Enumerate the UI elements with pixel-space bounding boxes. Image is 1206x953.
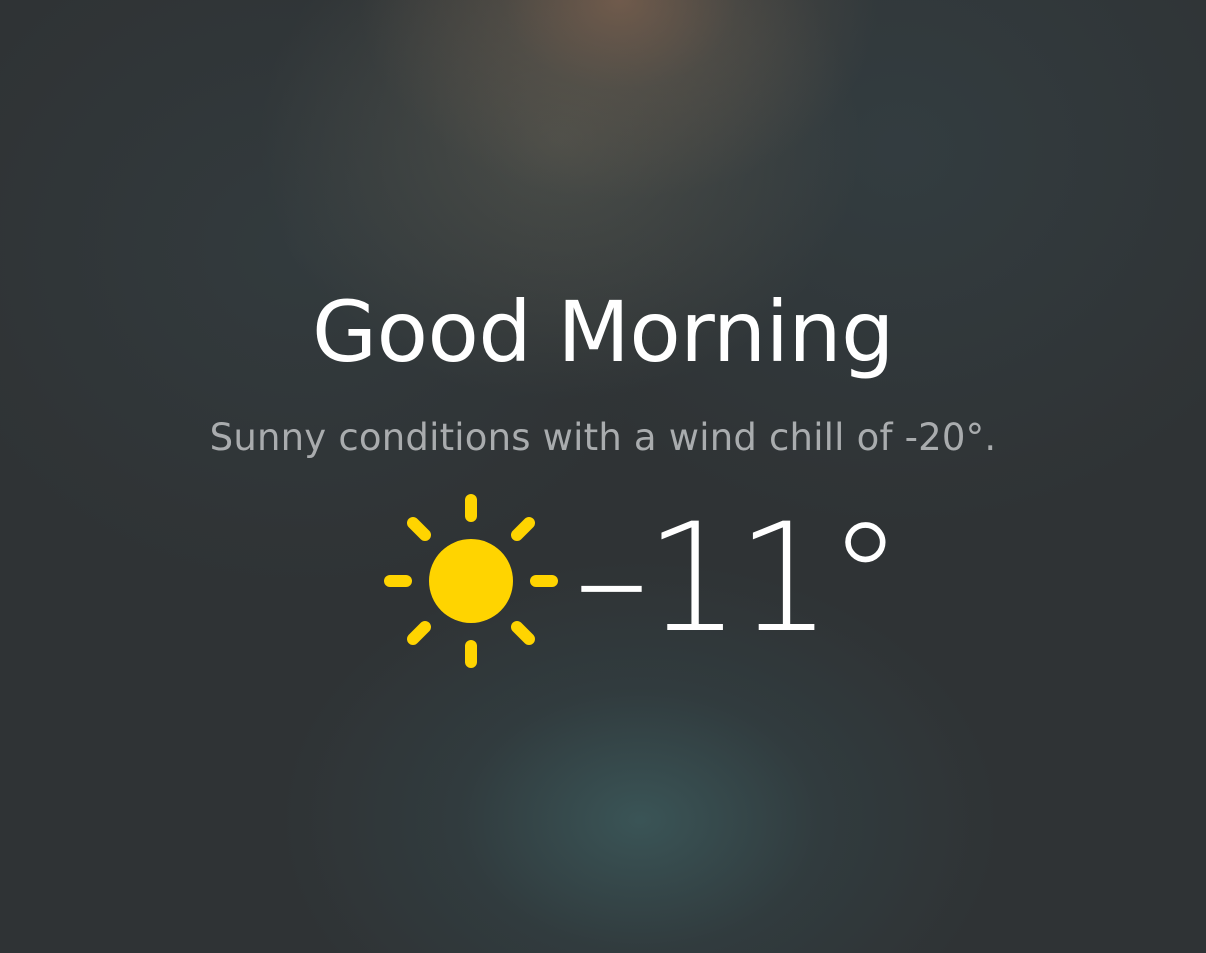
- temperature-value: –11°: [574, 492, 903, 666]
- weather-greeting-screen: Good Morning Sunny conditions with a win…: [0, 0, 1206, 953]
- current-weather: –11°: [380, 488, 903, 678]
- weather-summary: Sunny conditions with a wind chill of -2…: [209, 416, 997, 459]
- greeting-title: Good Morning: [312, 283, 894, 381]
- sun-icon: [384, 494, 558, 668]
